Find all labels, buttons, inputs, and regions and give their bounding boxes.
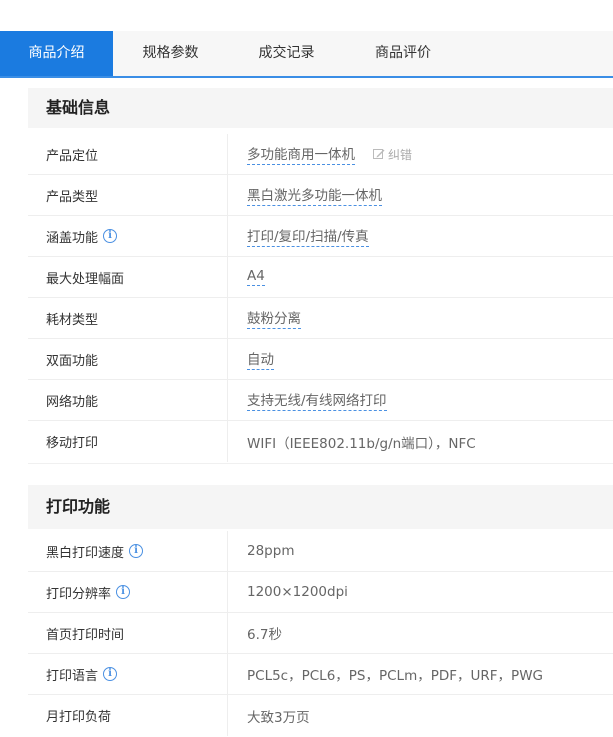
info-icon[interactable]: i bbox=[103, 229, 118, 243]
spec-label: 产品定位 bbox=[28, 134, 228, 174]
spec-label: 最大处理幅面 bbox=[28, 257, 228, 297]
table-row: 黑白打印速度 i 28ppm bbox=[28, 531, 613, 572]
spec-label-text: 耗材类型 bbox=[46, 312, 99, 328]
spec-label: 涵盖功能 i bbox=[28, 216, 228, 256]
info-icon[interactable]: i bbox=[103, 667, 118, 681]
spec-label: 月打印负荷 bbox=[28, 695, 228, 736]
table-row: 产品定位 多功能商用一体机 纠错 bbox=[28, 134, 613, 175]
table-row: 打印语言 i PCL5c，PCL6，PS，PCLm，PDF，URF，PWG bbox=[28, 654, 613, 695]
spec-value: WIFI（IEEE802.11b/g/n端口），NFC bbox=[228, 432, 476, 452]
spec-value-link[interactable]: 鼓粉分离 bbox=[247, 307, 301, 329]
report-error-label: 纠错 bbox=[388, 147, 413, 162]
tab-product-reviews[interactable]: 商品评价 bbox=[345, 31, 461, 76]
table-row: 涵盖功能 i 打印/复印/扫描/传真 bbox=[28, 216, 613, 257]
section-title-print-function: 打印功能 bbox=[28, 485, 613, 529]
spec-label: 移动打印 bbox=[28, 421, 228, 462]
table-row: 产品类型 黑白激光多功能一体机 bbox=[28, 175, 613, 216]
info-icon[interactable]: i bbox=[116, 585, 131, 599]
spec-value-text: 28ppm bbox=[247, 543, 295, 559]
spec-value-text: 1200×1200dpi bbox=[247, 584, 348, 600]
spec-label: 网络功能 bbox=[28, 380, 228, 420]
spec-value: 多功能商用一体机 纠错 bbox=[228, 143, 412, 165]
spec-label: 打印语言 i bbox=[28, 654, 228, 694]
spec-label-text: 移动打印 bbox=[46, 436, 99, 451]
spec-value-text: WIFI（IEEE802.11b/g/n端口），NFC bbox=[247, 435, 476, 452]
spec-label-text: 产品定位 bbox=[46, 148, 99, 164]
spec-value: 6.7秒 bbox=[228, 623, 282, 643]
spec-label: 产品类型 bbox=[28, 175, 228, 215]
spec-label-text: 打印分辨率 bbox=[46, 586, 112, 602]
spec-value-link[interactable]: 多功能商用一体机 bbox=[247, 143, 355, 165]
tab-product-intro[interactable]: 商品介绍 bbox=[0, 31, 113, 76]
spec-table-print-function: 黑白打印速度 i 28ppm 打印分辨率 i 1200×1200dpi 首页打印时间… bbox=[28, 531, 613, 736]
table-row: 打印分辨率 i 1200×1200dpi bbox=[28, 572, 613, 613]
spec-value: 鼓粉分离 bbox=[228, 307, 301, 329]
table-row: 移动打印 WIFI（IEEE802.11b/g/n端口），NFC bbox=[28, 421, 613, 462]
tab-bar: 商品介绍 规格参数 成交记录 商品评价 bbox=[0, 31, 613, 78]
section-divider bbox=[28, 463, 613, 464]
spec-value-link[interactable]: 支持无线/有线网络打印 bbox=[247, 389, 387, 411]
spec-value-link[interactable]: 打印/复印/扫描/传真 bbox=[247, 225, 369, 247]
spec-value: 28ppm bbox=[228, 543, 294, 559]
spec-label-text: 黑白打印速度 bbox=[46, 545, 125, 561]
info-icon[interactable]: i bbox=[129, 544, 144, 558]
spec-value: 1200×1200dpi bbox=[228, 584, 348, 600]
spec-value: 支持无线/有线网络打印 bbox=[228, 389, 387, 411]
spec-label-text: 双面功能 bbox=[46, 353, 99, 369]
section-title-basic-info: 基础信息 bbox=[28, 88, 613, 128]
spec-label: 耗材类型 bbox=[28, 298, 228, 338]
spec-value-link[interactable]: 黑白激光多功能一体机 bbox=[247, 184, 382, 206]
spec-value: A4 bbox=[228, 268, 265, 286]
spec-label-text: 月打印负荷 bbox=[46, 710, 112, 725]
report-error-button[interactable]: 纠错 bbox=[373, 146, 412, 163]
spec-value-link[interactable]: A4 bbox=[247, 268, 265, 286]
table-row: 网络功能 支持无线/有线网络打印 bbox=[28, 380, 613, 421]
spec-value-link[interactable]: 自动 bbox=[247, 348, 274, 370]
spec-label-text: 打印语言 bbox=[46, 668, 99, 684]
edit-icon bbox=[373, 149, 385, 159]
tab-transaction-records[interactable]: 成交记录 bbox=[228, 31, 345, 76]
spec-value-text: 6.7秒 bbox=[247, 627, 282, 643]
table-row: 首页打印时间 6.7秒 bbox=[28, 613, 613, 654]
table-row: 最大处理幅面 A4 bbox=[28, 257, 613, 298]
spec-value: 打印/复印/扫描/传真 bbox=[228, 225, 369, 247]
spec-label-text: 网络功能 bbox=[46, 394, 99, 410]
spec-label-text: 产品类型 bbox=[46, 189, 99, 205]
spec-label: 首页打印时间 bbox=[28, 613, 228, 653]
table-row: 月打印负荷 大致3万页 bbox=[28, 695, 613, 736]
tab-specifications[interactable]: 规格参数 bbox=[113, 31, 228, 76]
spec-value-text: PCL5c，PCL6，PS，PCLm，PDF，URF，PWG bbox=[247, 668, 544, 684]
table-row: 耗材类型 鼓粉分离 bbox=[28, 298, 613, 339]
spec-label: 黑白打印速度 i bbox=[28, 531, 228, 571]
spec-table-basic-info: 产品定位 多功能商用一体机 纠错 产品类型 黑白激光多功能一体机 涵盖功能 i 打… bbox=[28, 134, 613, 462]
spec-label-text: 首页打印时间 bbox=[46, 627, 125, 643]
spec-value-text: 大致3万页 bbox=[247, 709, 310, 726]
spec-value: 黑白激光多功能一体机 bbox=[228, 184, 382, 206]
spec-label-text: 最大处理幅面 bbox=[46, 271, 125, 287]
spec-value: 自动 bbox=[228, 348, 274, 370]
table-row: 双面功能 自动 bbox=[28, 339, 613, 380]
spec-value: PCL5c，PCL6，PS，PCLm，PDF，URF，PWG bbox=[228, 664, 543, 684]
spec-label: 双面功能 bbox=[28, 339, 228, 379]
spec-value: 大致3万页 bbox=[228, 706, 310, 726]
spec-label: 打印分辨率 i bbox=[28, 572, 228, 612]
spec-label-text: 涵盖功能 bbox=[46, 230, 99, 246]
